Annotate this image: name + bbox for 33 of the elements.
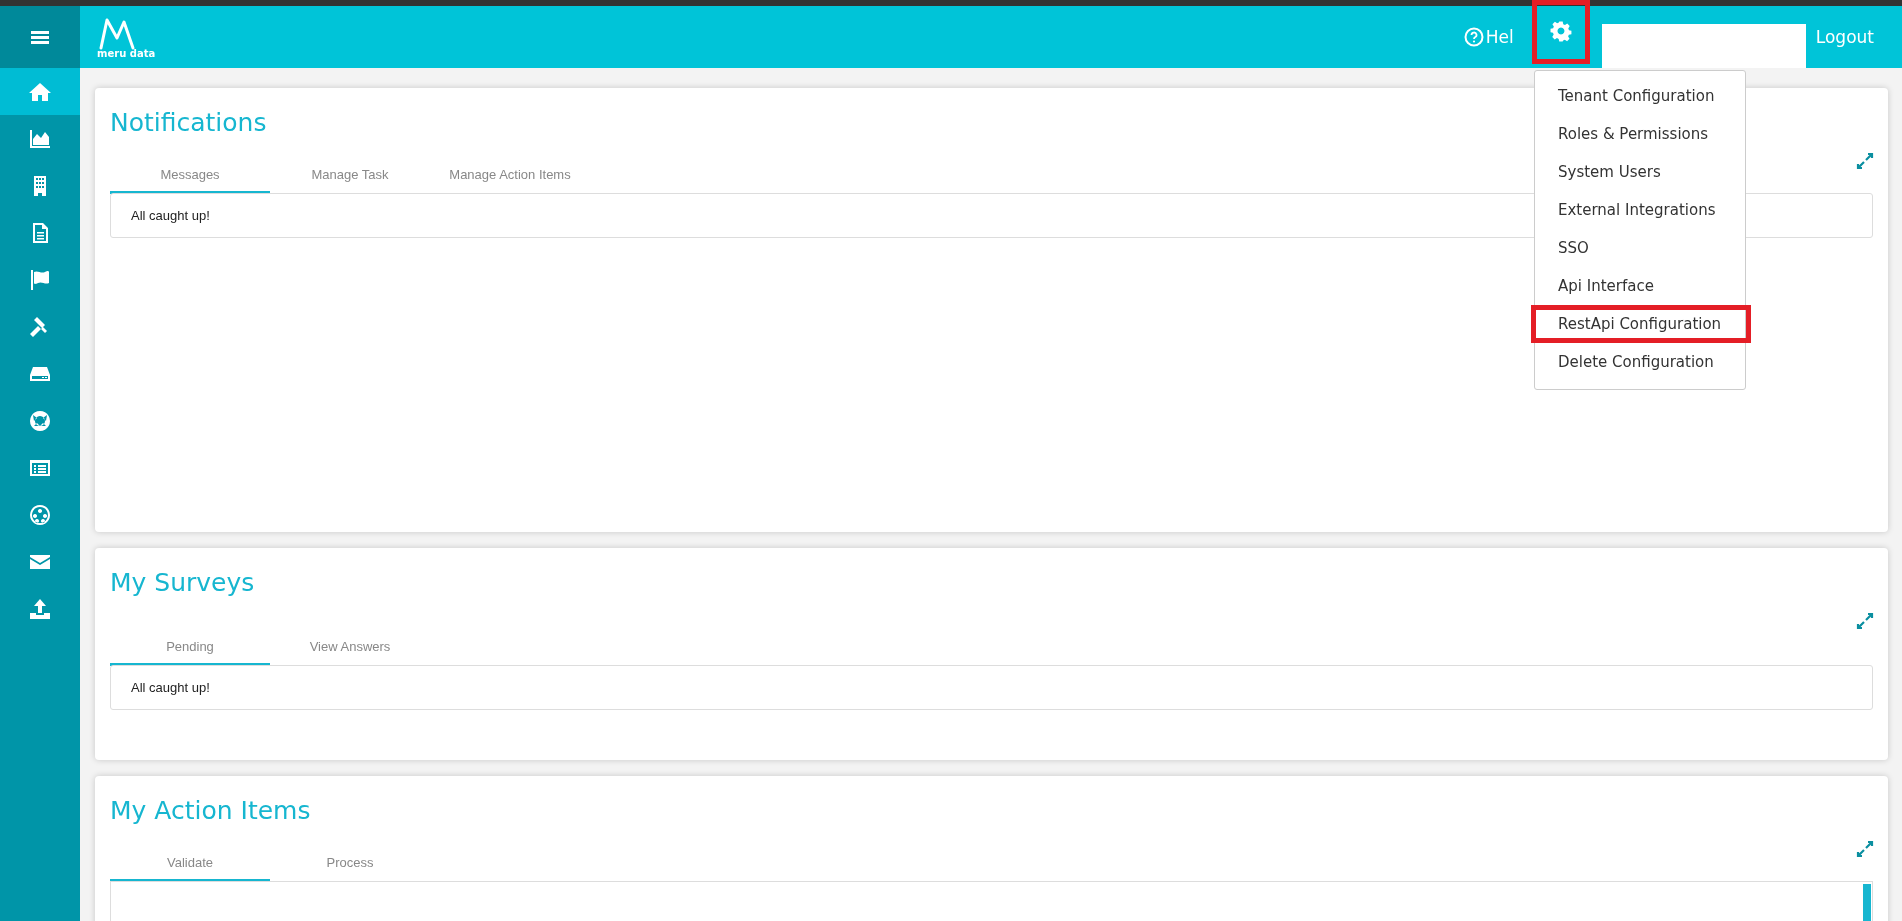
tab[interactable]: Messages xyxy=(110,161,270,194)
card-title: Notifications xyxy=(110,108,267,137)
expand-icon[interactable] xyxy=(1856,612,1874,630)
menu-item[interactable]: Tenant Configuration xyxy=(1535,77,1745,115)
menu-item[interactable]: System Users xyxy=(1535,153,1745,191)
card-title: My Surveys xyxy=(110,568,255,597)
help-icon xyxy=(1463,27,1484,47)
logout-link[interactable]: Logout xyxy=(1815,27,1874,47)
expand-icon[interactable] xyxy=(1856,152,1874,170)
scrollbar-thumb[interactable] xyxy=(1863,884,1871,921)
menu-item[interactable]: RestApi Configuration xyxy=(1531,305,1751,343)
tab[interactable]: Process xyxy=(270,849,430,882)
tab[interactable]: Pending xyxy=(110,633,270,666)
settings-button[interactable] xyxy=(1531,0,1590,64)
message-text: All caught up! xyxy=(131,208,210,223)
tab[interactable]: View Answers xyxy=(270,633,430,666)
sidebar-item[interactable] xyxy=(0,68,80,115)
help-link[interactable]: Hel xyxy=(1463,27,1514,47)
menu-item[interactable]: External Integrations xyxy=(1535,191,1745,229)
logo-text: meru data xyxy=(97,47,156,59)
expand-icon[interactable] xyxy=(1856,840,1874,858)
tab[interactable]: Validate xyxy=(110,849,270,882)
menu-item[interactable]: Roles & Permissions xyxy=(1535,115,1745,153)
circle-dots-icon xyxy=(28,502,52,527)
settings-icon xyxy=(1549,21,1572,43)
tab[interactable]: Manage Action Items xyxy=(430,161,590,194)
menu-item[interactable]: Api Interface xyxy=(1535,267,1745,305)
flag-icon xyxy=(28,267,52,292)
card-title: My Action Items xyxy=(110,796,311,825)
menu-item[interactable]: SSO xyxy=(1535,229,1745,267)
message-text: All caught up! xyxy=(131,680,210,695)
tab[interactable]: Manage Task xyxy=(270,161,430,194)
menu-item[interactable]: Delete Configuration xyxy=(1535,343,1745,381)
